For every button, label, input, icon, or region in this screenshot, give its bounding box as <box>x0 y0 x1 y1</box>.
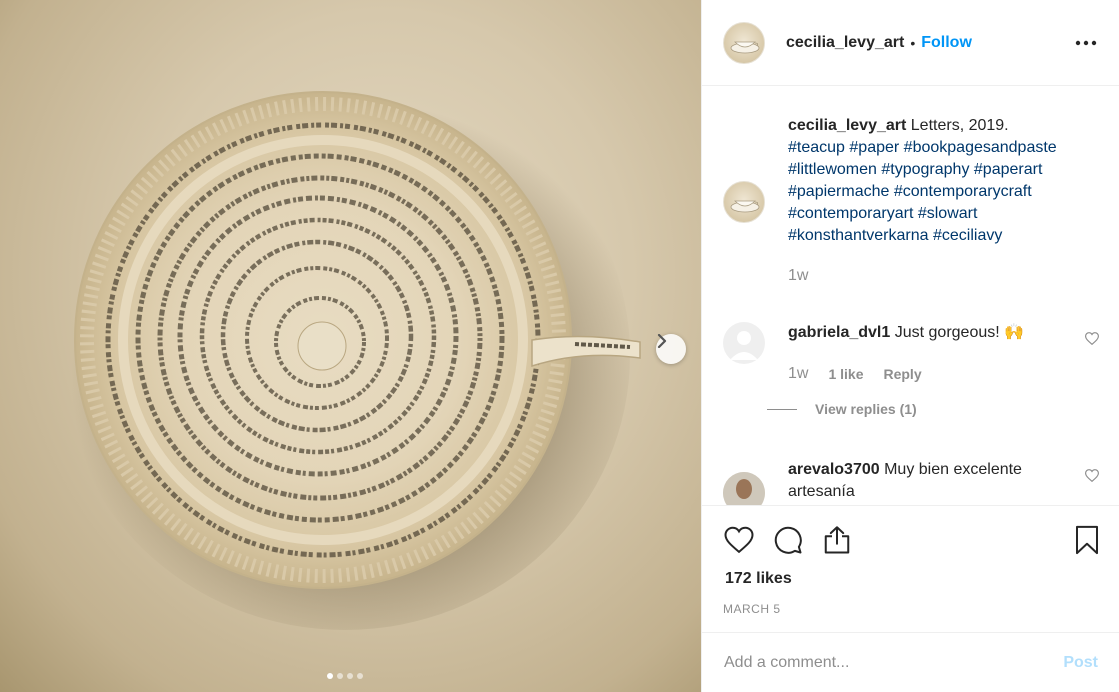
hashtag-link[interactable]: #papiermache <box>788 183 889 200</box>
hashtag-link[interactable]: #slowart <box>918 205 978 222</box>
hashtag-link[interactable]: #typography <box>881 161 969 178</box>
comment-likes[interactable]: 1 like <box>828 363 863 385</box>
hashtag-link[interactable]: #littlewomen <box>788 161 877 178</box>
avatar[interactable] <box>723 21 765 64</box>
post-image[interactable] <box>0 0 701 692</box>
separator-dot: • <box>910 34 916 51</box>
add-comment-bar: Post <box>702 632 1119 692</box>
comment-text: Just gorgeous! 🙌 <box>894 324 1025 341</box>
avatar[interactable] <box>723 472 765 505</box>
hashtag-link[interactable]: #bookpagesandpaste <box>904 139 1057 156</box>
caption-username[interactable]: cecilia_levy_art <box>788 117 906 134</box>
post-header: cecilia_levy_art • Follow <box>702 0 1119 86</box>
carousel-dot <box>337 673 343 679</box>
chevron-right-icon <box>657 334 667 348</box>
more-options-button[interactable] <box>1074 31 1098 55</box>
caption-timestamp[interactable]: 1w <box>788 265 1108 287</box>
post-comment-button[interactable]: Post <box>1063 654 1098 672</box>
save-button[interactable] <box>1071 524 1103 556</box>
bookmark-icon <box>1076 525 1098 555</box>
heart-icon <box>1084 469 1100 483</box>
avatar[interactable] <box>723 181 765 223</box>
hashtag-link[interactable]: #paperart <box>974 161 1043 178</box>
comment-username[interactable]: gabriela_dvl1 <box>788 324 890 341</box>
hashtag-link[interactable]: #teacup <box>788 139 845 156</box>
like-button[interactable] <box>723 524 755 556</box>
post-actions: 172 likes MARCH 5 <box>702 505 1119 632</box>
comment-body: arevalo3700 Muy bien excelente artesanía <box>788 459 1078 503</box>
teacup-avatar-icon <box>730 41 760 53</box>
comment-input[interactable] <box>724 653 1064 672</box>
like-comment-button[interactable] <box>1084 332 1100 348</box>
share-icon <box>824 526 850 554</box>
carousel-dot <box>347 673 353 679</box>
carousel-dot <box>327 673 333 679</box>
heart-icon <box>724 526 754 554</box>
comments-section[interactable]: cecilia_levy_art Letters, 2019. #teacup … <box>702 87 1119 505</box>
comment-body: gabriela_dvl1 Just gorgeous! 🙌 1w 1 like… <box>788 322 1078 385</box>
hashtag-link[interactable]: #contemporaryart <box>788 205 913 222</box>
reply-button[interactable]: Reply <box>883 363 921 385</box>
teacup-avatar-icon <box>730 200 760 213</box>
caption-body: cecilia_levy_art Letters, 2019. #teacup … <box>788 115 1108 287</box>
likes-count[interactable]: 172 likes <box>725 570 792 588</box>
view-replies-button[interactable]: View replies (1) <box>767 401 917 417</box>
view-replies-label: View replies (1) <box>815 401 917 417</box>
hashtag-link[interactable]: #contemporarycraft <box>894 183 1032 200</box>
hashtag-link[interactable]: #ceciliavy <box>933 227 1002 244</box>
next-image-button[interactable] <box>656 334 686 364</box>
caption-text: Letters, 2019. <box>910 117 1009 134</box>
hashtag-link[interactable]: #konsthantverkarna <box>788 227 929 244</box>
comment-icon <box>774 526 802 554</box>
heart-icon <box>1084 332 1100 346</box>
hashtag-link[interactable]: #paper <box>849 139 899 156</box>
like-comment-button[interactable] <box>1084 469 1100 485</box>
paper-teacup-photo <box>60 80 641 630</box>
user-photo-icon <box>723 472 765 505</box>
carousel-indicator <box>327 673 363 679</box>
more-options-icon <box>1075 40 1097 46</box>
avatar[interactable] <box>723 322 765 364</box>
post-date[interactable]: MARCH 5 <box>723 602 781 616</box>
comment-username[interactable]: arevalo3700 <box>788 461 880 478</box>
comment-meta: 1w 1 like Reply <box>788 363 1078 385</box>
post-details-panel: cecilia_levy_art • Follow cecilia_levy_a… <box>701 0 1119 692</box>
follow-button[interactable]: Follow <box>921 34 972 52</box>
post-caption: cecilia_levy_art Letters, 2019. #teacup … <box>723 115 1057 284</box>
carousel-dot <box>357 673 363 679</box>
divider <box>767 408 797 410</box>
default-avatar-icon <box>730 331 758 360</box>
header-username[interactable]: cecilia_levy_art <box>786 34 904 52</box>
comment-button[interactable] <box>772 524 804 556</box>
action-bar <box>723 524 853 556</box>
share-button[interactable] <box>821 524 853 556</box>
comment-timestamp[interactable]: 1w <box>788 363 808 385</box>
